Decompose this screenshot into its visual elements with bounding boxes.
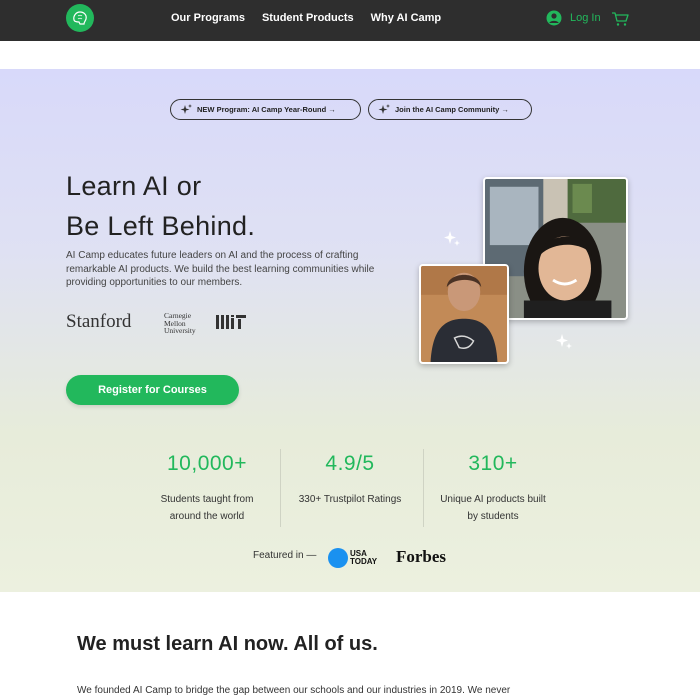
section-title: We must learn AI now. All of us. <box>77 633 378 655</box>
join-community-pill[interactable]: Join the AI Camp Community → <box>368 99 532 120</box>
stat-label-line-1: Students taught from <box>160 494 254 505</box>
usa-today-line-2: TODAY <box>350 557 378 566</box>
featured-in: Featured in — <box>253 550 316 561</box>
sparkle-icon <box>556 334 572 349</box>
stat-ratings: 4.9/5 330+ Trustpilot Ratings <box>280 452 420 508</box>
cmu-logo: Carnegie Mellon University <box>164 312 196 335</box>
sparkle-icon <box>444 231 460 246</box>
nav-links: Our Programs Student Products Why AI Cam… <box>171 12 441 24</box>
stat-label-line-2: by students <box>467 511 519 522</box>
headline-line-1: Learn AI or <box>66 171 202 201</box>
top-navbar: Our Programs Student Products Why AI Cam… <box>0 0 700 41</box>
user-icon <box>546 10 562 26</box>
nav-why-ai-camp[interactable]: Why AI Camp <box>371 12 442 24</box>
register-courses-button[interactable]: Register for Courses <box>66 375 239 405</box>
header-spacer <box>0 41 700 69</box>
usa-today-dot-icon <box>328 548 348 568</box>
join-community-label: Join the AI Camp Community → <box>395 105 509 114</box>
headline-line-2: Be Left Behind. <box>66 211 256 241</box>
hero-description: AI Camp educates future leaders on AI an… <box>66 250 375 288</box>
nav-student-products[interactable]: Student Products <box>262 12 354 24</box>
stat-label: Students taught from around the world <box>137 491 277 525</box>
login-label: Log In <box>570 12 601 24</box>
usa-today-logo[interactable]: USA TODAY <box>328 548 377 568</box>
cmu-line-3: University <box>164 326 196 335</box>
hero-headline: Learn AI or Be Left Behind. <box>66 166 255 246</box>
hero-section: NEW Program: AI Camp Year-Round → Join t… <box>0 69 700 592</box>
stat-label-line-1: Unique AI products built <box>440 494 546 505</box>
sparkle-icon <box>378 103 390 114</box>
student-photo-small <box>419 264 509 364</box>
login-button[interactable]: Log In <box>546 10 601 26</box>
cart-icon[interactable] <box>611 11 630 27</box>
brain-logo-icon <box>73 11 87 25</box>
stat-label: 330+ Trustpilot Ratings <box>280 491 420 508</box>
stat-label-line-1: 330+ Trustpilot Ratings <box>298 494 402 505</box>
stat-students: 10,000+ Students taught from around the … <box>137 452 277 525</box>
ai-camp-logo[interactable] <box>66 4 94 32</box>
stat-label: Unique AI products built by students <box>423 491 563 525</box>
stat-products: 310+ Unique AI products built by student… <box>423 452 563 525</box>
stat-number: 4.9/5 <box>325 452 375 475</box>
sparkle-icon <box>180 103 192 114</box>
stat-number: 310+ <box>468 452 518 475</box>
stat-number: 10,000+ <box>167 452 247 475</box>
usa-today-wordmark: USA TODAY <box>350 550 377 566</box>
forbes-logo[interactable]: Forbes <box>396 547 446 567</box>
stanford-logo: Stanford <box>66 311 132 332</box>
mit-logo <box>216 315 246 329</box>
section-body: We founded AI Camp to bridge the gap bet… <box>77 685 511 696</box>
stat-label-line-2: around the world <box>169 511 245 522</box>
new-program-label: NEW Program: AI Camp Year-Round → <box>197 105 336 114</box>
nav-our-programs[interactable]: Our Programs <box>171 12 245 24</box>
featured-label: Featured in — <box>253 550 317 561</box>
new-program-pill[interactable]: NEW Program: AI Camp Year-Round → <box>170 99 361 120</box>
